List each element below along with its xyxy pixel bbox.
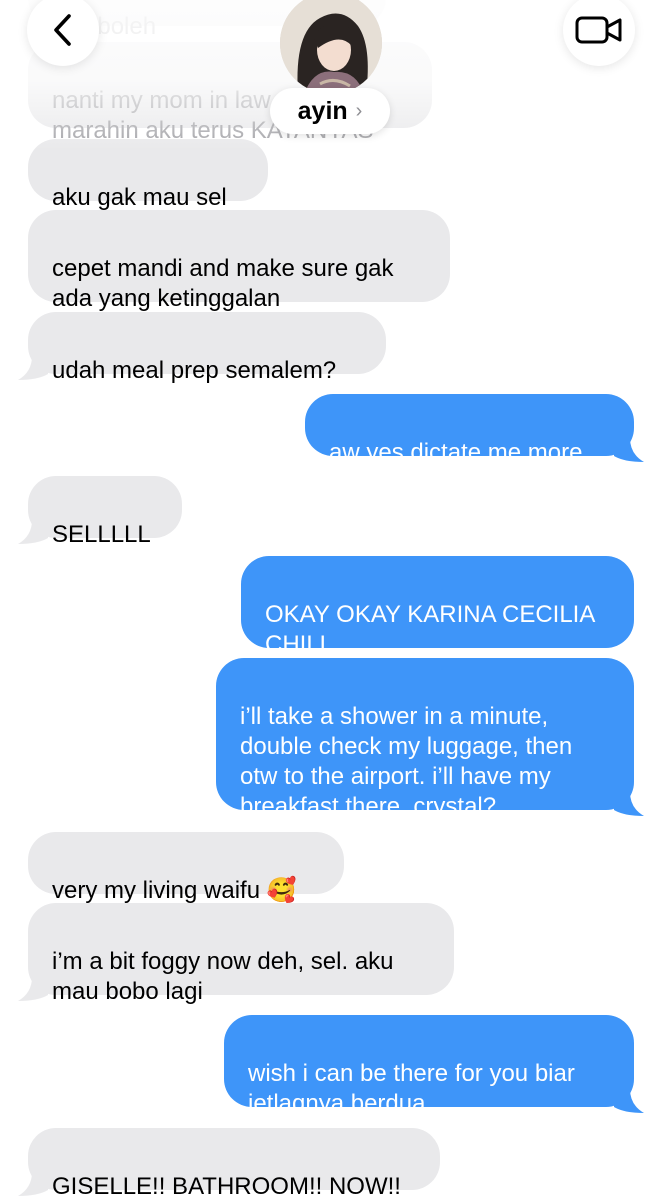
- bubble-tail-outgoing: [614, 792, 644, 816]
- bubble-tail-outgoing: [614, 1089, 644, 1113]
- message-thread[interactable]: gak boleh nanti my mom in law marahin ak…: [0, 0, 662, 1200]
- message-text: cepet mandi and make sure gak ada yang k…: [52, 255, 394, 312]
- message-text: i’m a bit foggy now deh, sel. aku mau bo…: [52, 948, 394, 1005]
- bubble-tail-incoming: [18, 356, 48, 380]
- contact-name-button[interactable]: ayin ›: [270, 88, 390, 134]
- bubble-tail-incoming: [18, 1172, 48, 1196]
- message-text: i’ll take a shower in a minute, double c…: [240, 703, 573, 820]
- message-bubble-incoming[interactable]: GISELLE!! BATHROOM!! NOW!!: [28, 1128, 440, 1200]
- message-text: very my living waifu 🥰: [52, 877, 297, 904]
- contact-name: ayin: [297, 96, 348, 125]
- bubble-tail-outgoing: [614, 438, 644, 462]
- message-bubble-incoming[interactable]: i’m a bit foggy now deh, sel. aku mau bo…: [28, 903, 454, 1005]
- message-bubble-outgoing[interactable]: aw yes dictate me more: [305, 394, 634, 466]
- message-text: aku gak mau sel: [52, 184, 227, 211]
- message-bubble-incoming[interactable]: udah meal prep semalem?: [28, 312, 386, 384]
- message-bubble-incoming[interactable]: SELLLLL: [28, 476, 182, 548]
- bubble-tail-incoming: [18, 520, 48, 544]
- message-bubble-outgoing[interactable]: wish i can be there for you biar jetlagn…: [224, 1015, 634, 1117]
- bubble-tail-incoming: [18, 977, 48, 1001]
- message-bubble-incoming[interactable]: aku gak mau sel: [28, 139, 268, 211]
- message-text: OKAY OKAY KARINA CECILIA CHILL: [265, 601, 596, 658]
- video-camera-icon: [575, 16, 622, 44]
- chevron-left-icon: [54, 14, 71, 46]
- message-bubble-outgoing[interactable]: i’ll take a shower in a minute, double c…: [216, 658, 634, 820]
- message-bubble-incoming[interactable]: cepet mandi and make sure gak ada yang k…: [28, 210, 450, 312]
- message-bubble-incoming[interactable]: very my living waifu 🥰: [28, 832, 344, 904]
- chevron-right-icon: ›: [355, 99, 363, 122]
- message-text: SELLLLL: [52, 521, 151, 548]
- message-text: udah meal prep semalem?: [52, 357, 337, 384]
- message-text: wish i can be there for you biar jetlagn…: [248, 1060, 575, 1117]
- message-bubble-outgoing[interactable]: OKAY OKAY KARINA CECILIA CHILL: [241, 556, 634, 658]
- message-text: aw yes dictate me more: [329, 439, 583, 466]
- message-text: GISELLE!! BATHROOM!! NOW!!: [52, 1173, 401, 1200]
